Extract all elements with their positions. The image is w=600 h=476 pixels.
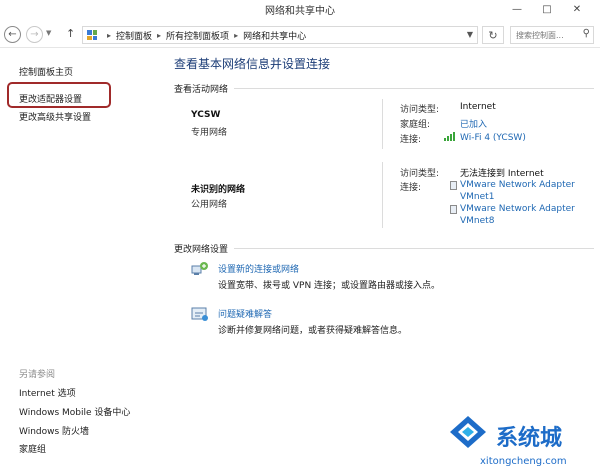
breadcrumb-separator[interactable]: ▸ bbox=[157, 31, 161, 40]
back-button[interactable]: ← bbox=[4, 26, 21, 43]
sidebar-item-internet-options[interactable]: Internet 选项 bbox=[19, 386, 76, 399]
sidebar-item-control-panel-home[interactable]: 控制面板主页 bbox=[19, 65, 73, 78]
setup-new-connection-link[interactable]: 设置新的连接或网络 bbox=[218, 262, 299, 275]
forward-button[interactable]: → bbox=[26, 26, 43, 43]
address-bar: ← → ▼ ↑ ▸ 控制面板 ▸ 所有控制面板项 ▸ 网络和共享中心 ▼ ↻ 搜… bbox=[0, 22, 600, 48]
wifi-connection-label: Wi-Fi 4 (YCSW) bbox=[460, 133, 526, 143]
troubleshoot-desc: 诊断并修复网络问题，或者获得疑难解答信息。 bbox=[218, 326, 408, 336]
homegroup-label: 家庭组: bbox=[400, 120, 431, 130]
control-panel-icon bbox=[87, 30, 97, 40]
sidebar-item-advanced-sharing[interactable]: 更改高级共享设置 bbox=[19, 110, 91, 123]
adapter-link-vmnet1[interactable]: VMnet1 bbox=[460, 192, 494, 202]
active-networks-label: 查看活动网络 bbox=[174, 85, 229, 95]
troubleshoot-link[interactable]: 问题疑难解答 bbox=[218, 307, 272, 320]
breadcrumb[interactable]: ▸ 控制面板 ▸ 所有控制面板项 ▸ 网络和共享中心 ▼ bbox=[82, 26, 478, 44]
setup-new-connection-desc: 设置宽带、拨号或 VPN 连接；或设置路由器或接入点。 bbox=[218, 281, 441, 291]
breadcrumb-separator[interactable]: ▸ bbox=[234, 31, 238, 40]
search-icon[interactable]: ⚲ bbox=[583, 28, 590, 39]
network-type[interactable]: 专用网络 bbox=[191, 125, 227, 138]
breadcrumb-separator[interactable]: ▸ bbox=[107, 31, 111, 40]
refresh-button[interactable]: ↻ bbox=[482, 26, 504, 44]
homegroup-link[interactable]: 已加入 bbox=[460, 117, 487, 130]
title-bar: 网络和共享中心 — □ ✕ bbox=[0, 0, 600, 22]
divider bbox=[382, 99, 383, 149]
divider bbox=[234, 248, 594, 249]
change-settings-label: 更改网络设置 bbox=[174, 245, 229, 255]
watermark: 系统城 xitongcheng.com bbox=[440, 406, 600, 476]
network-type[interactable]: 公用网络 bbox=[191, 197, 227, 210]
maximize-button[interactable]: □ bbox=[532, 0, 562, 18]
network-adapter-icon bbox=[450, 181, 457, 190]
divider bbox=[382, 162, 383, 228]
sidebar-item-firewall[interactable]: Windows 防火墙 bbox=[19, 424, 89, 437]
sidebar-item-homegroup[interactable]: 家庭组 bbox=[19, 442, 46, 455]
connection-label: 连接: bbox=[400, 135, 422, 145]
breadcrumb-network-center[interactable]: 网络和共享中心 bbox=[243, 29, 306, 42]
access-type-label: 访问类型: bbox=[400, 105, 440, 115]
network-name: YCSW bbox=[191, 110, 221, 120]
minimize-button[interactable]: — bbox=[502, 0, 532, 18]
adapter-link-vmnet8[interactable]: VMnet8 bbox=[460, 216, 494, 226]
network-adapter-icon bbox=[450, 205, 457, 214]
wifi-signal-icon bbox=[444, 132, 456, 141]
connection-label: 连接: bbox=[400, 183, 422, 193]
sidebar: 控制面板主页 更改适配器设置 更改高级共享设置 另请参阅 Internet 选项… bbox=[0, 49, 148, 476]
sidebar-item-windows-mobile[interactable]: Windows Mobile 设备中心 bbox=[19, 405, 130, 418]
recent-pages-dropdown[interactable]: ▼ bbox=[46, 29, 51, 37]
page-title: 查看基本网络信息并设置连接 bbox=[174, 57, 331, 71]
sidebar-item-change-adapter-settings[interactable]: 更改适配器设置 bbox=[19, 92, 82, 105]
adapter-link-vmnet8[interactable]: VMware Network Adapter bbox=[460, 204, 575, 214]
new-connection-icon bbox=[191, 262, 208, 275]
troubleshoot-icon bbox=[191, 307, 208, 321]
see-also-title: 另请参阅 bbox=[19, 370, 56, 380]
chevron-down-icon[interactable]: ▼ bbox=[467, 30, 473, 39]
access-type-label: 访问类型: bbox=[400, 169, 440, 179]
wifi-connection-link[interactable]: Wi-Fi 4 (YCSW) bbox=[444, 132, 526, 143]
breadcrumb-control-panel[interactable]: 控制面板 bbox=[116, 29, 152, 42]
network-name: 未识别的网络 bbox=[191, 185, 246, 195]
watermark-text: 系统城 bbox=[496, 426, 563, 451]
window-controls: — □ ✕ bbox=[502, 0, 592, 18]
divider bbox=[234, 88, 594, 89]
change-settings-header: 更改网络设置 bbox=[174, 242, 594, 255]
up-button[interactable]: ↑ bbox=[66, 27, 75, 40]
search-input[interactable]: 搜索控制面... ⚲ bbox=[510, 26, 594, 44]
watermark-logo-icon bbox=[450, 416, 486, 448]
breadcrumb-all-items[interactable]: 所有控制面板项 bbox=[166, 29, 229, 42]
adapter-link-vmnet1[interactable]: VMware Network Adapter bbox=[460, 180, 575, 190]
watermark-url: xitongcheng.com bbox=[480, 456, 567, 467]
access-type-value: 无法连接到 Internet bbox=[460, 169, 544, 179]
close-button[interactable]: ✕ bbox=[562, 0, 592, 18]
search-placeholder: 搜索控制面... bbox=[516, 30, 564, 40]
access-type-value: Internet bbox=[460, 102, 496, 112]
active-networks-header: 查看活动网络 bbox=[174, 82, 594, 95]
